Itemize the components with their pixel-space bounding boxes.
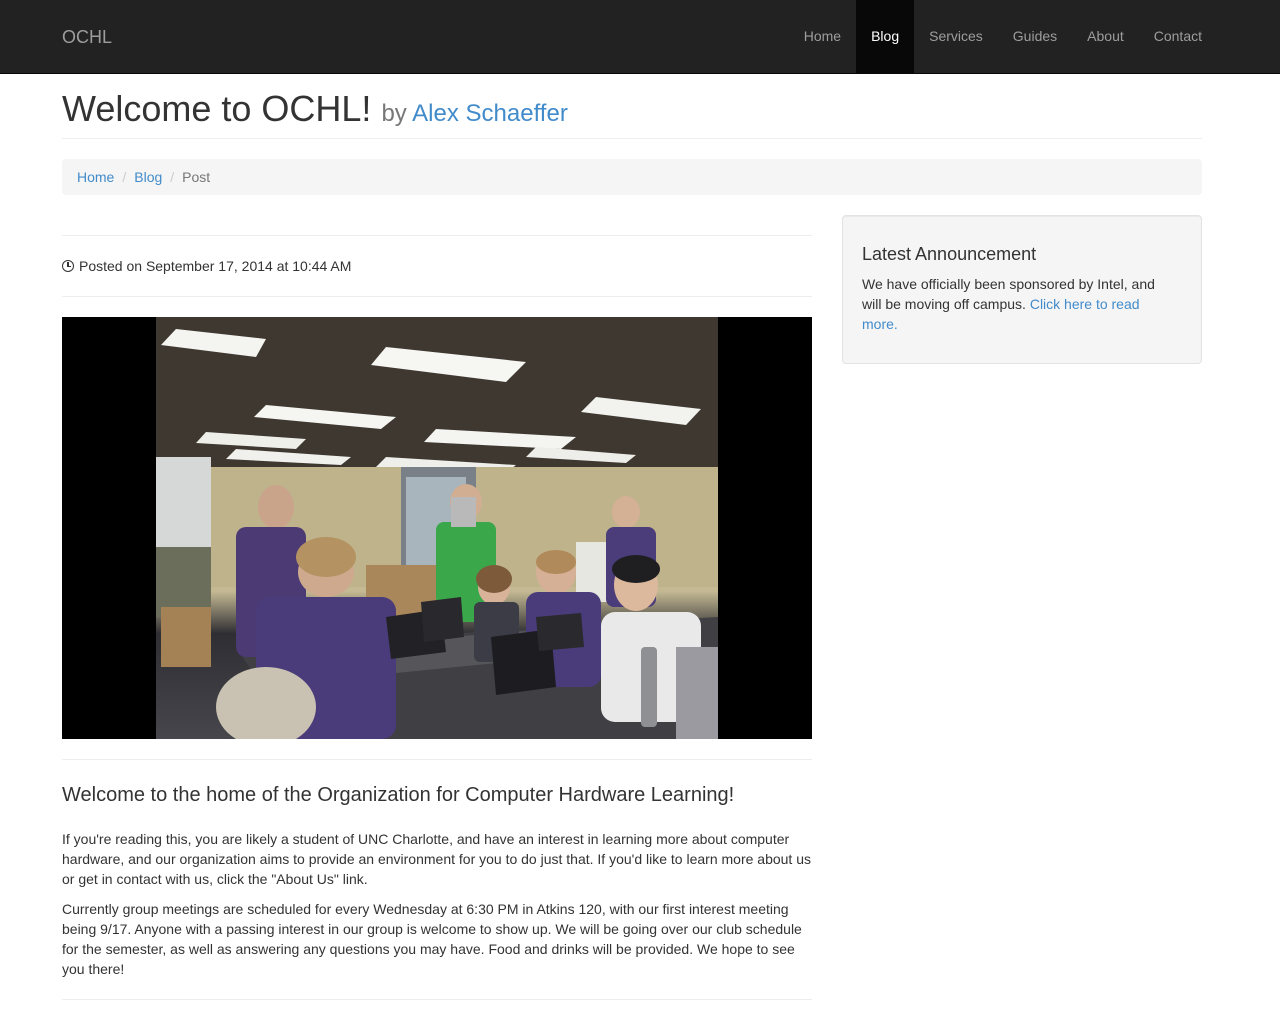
post-image bbox=[62, 317, 812, 739]
announcement-text: We have officially been sponsored by Int… bbox=[862, 274, 1172, 334]
top-navbar: OCHL Home Blog Services Guides About Con… bbox=[0, 0, 1280, 74]
brand-logo[interactable]: OCHL bbox=[62, 27, 112, 47]
posted-date: Posted on September 17, 2014 at 10:44 AM bbox=[79, 258, 352, 274]
announcement-panel: Latest Announcement We have officially b… bbox=[842, 215, 1202, 364]
divider bbox=[62, 235, 812, 236]
author-link[interactable]: Alex Schaeffer bbox=[412, 100, 568, 127]
breadcrumb-separator: / bbox=[122, 169, 127, 185]
breadcrumb-blog[interactable]: Blog bbox=[134, 167, 162, 187]
announcement-title: Latest Announcement bbox=[862, 244, 1037, 264]
classroom-photo-illustration bbox=[156, 317, 718, 739]
divider bbox=[62, 999, 812, 1000]
breadcrumb-separator: / bbox=[170, 169, 175, 185]
page-title: Welcome to OCHL! by Alex Schaeffer bbox=[62, 88, 568, 135]
nav-about[interactable]: About bbox=[1072, 0, 1139, 73]
breadcrumb-home[interactable]: Home bbox=[77, 167, 114, 187]
clock-icon bbox=[62, 260, 74, 272]
breadcrumb: Home / Blog / Post bbox=[62, 159, 1202, 195]
post-image-scene bbox=[156, 317, 718, 739]
byline: by Alex Schaeffer bbox=[381, 100, 567, 127]
nav-guides[interactable]: Guides bbox=[998, 0, 1072, 73]
byline-by: by bbox=[381, 100, 407, 127]
nav-services[interactable]: Services bbox=[914, 0, 998, 73]
page-title-text: Welcome to OCHL! bbox=[62, 88, 372, 129]
post-paragraph: If you're reading this, you are likely a… bbox=[62, 831, 811, 887]
divider bbox=[62, 759, 812, 760]
nav-contact[interactable]: Contact bbox=[1139, 0, 1217, 73]
breadcrumb-current: Post bbox=[182, 169, 211, 185]
page-header: Welcome to OCHL! by Alex Schaeffer bbox=[62, 88, 1202, 139]
divider bbox=[62, 296, 812, 297]
nav-blog[interactable]: Blog bbox=[856, 0, 915, 73]
nav-home[interactable]: Home bbox=[789, 0, 856, 73]
post-paragraph: Currently group meetings are scheduled f… bbox=[62, 901, 802, 977]
main-nav: Home Blog Services Guides About Contact bbox=[789, 0, 1217, 73]
post-meta: Posted on September 17, 2014 at 10:44 AM bbox=[62, 256, 351, 276]
post-heading: Welcome to the home of the Organization … bbox=[62, 784, 735, 806]
